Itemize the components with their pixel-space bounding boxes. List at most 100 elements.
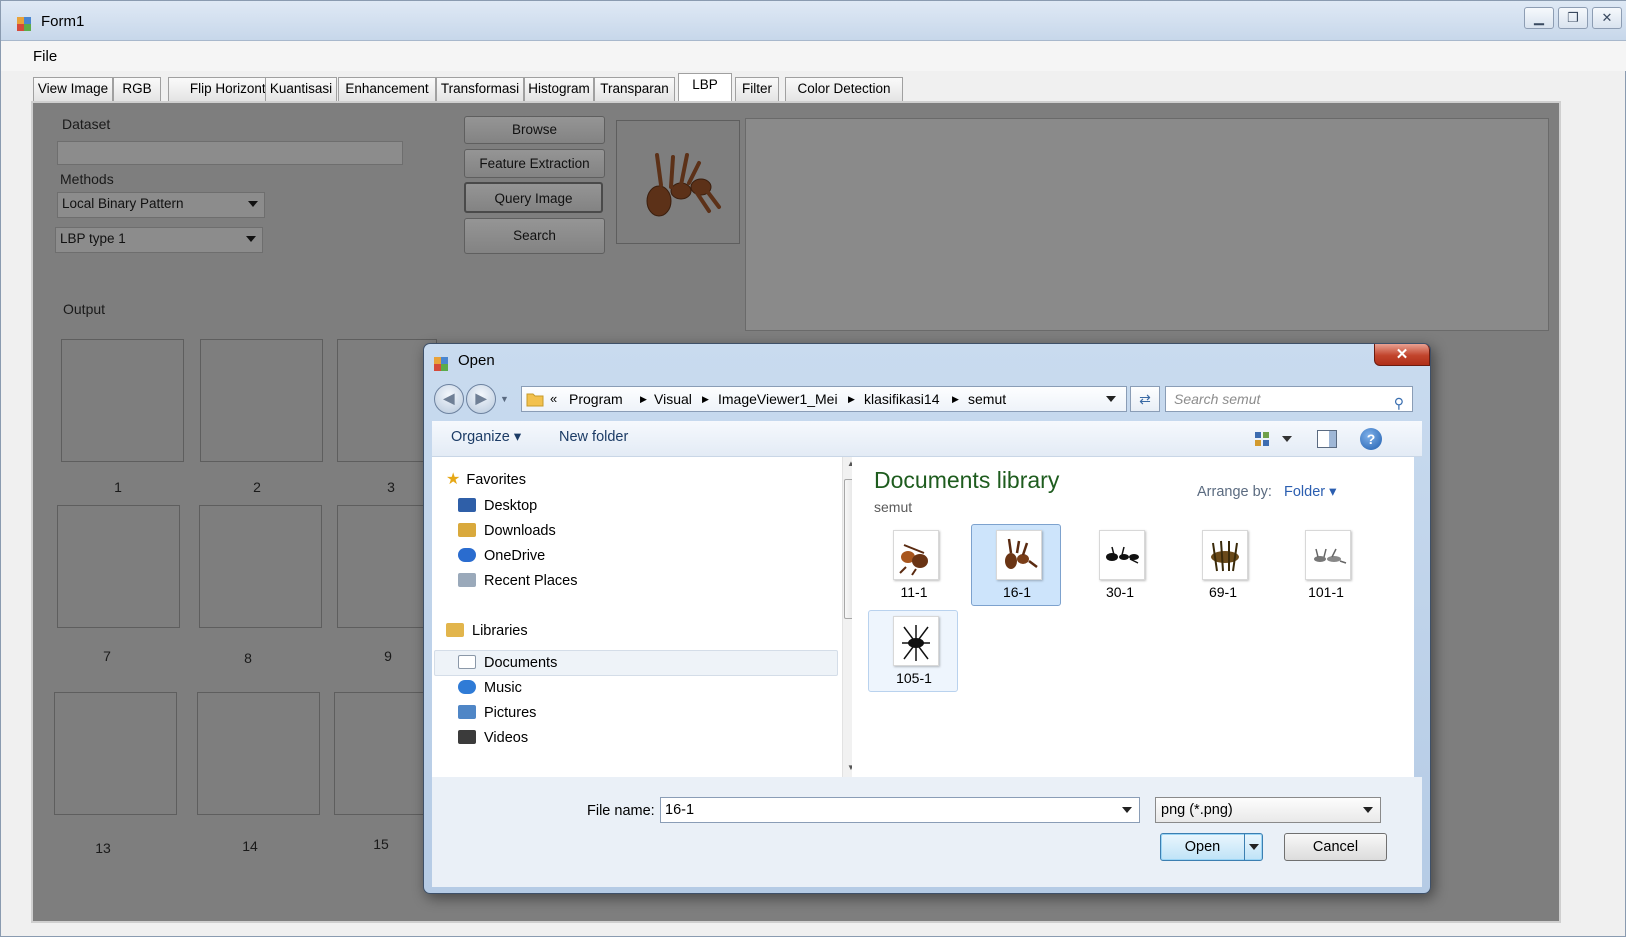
dialog-toolbar: Organize ▾ New folder ?	[432, 421, 1422, 457]
method-dropdown[interactable]: Local Binary Pattern	[57, 192, 265, 218]
file-item-16-1[interactable]: 16-1	[971, 524, 1061, 606]
help-icon[interactable]: ?	[1360, 428, 1382, 450]
videos-icon	[458, 730, 476, 744]
file-type-select[interactable]: png (*.png)	[1155, 797, 1381, 823]
nav-music-label: Music	[484, 680, 522, 696]
documents-icon	[458, 655, 476, 669]
nav-pictures[interactable]: Pictures	[458, 701, 536, 725]
tab-lbp[interactable]: LBP	[678, 73, 732, 102]
dialog-bottom-panel: File name: 16-1 png (*.png) Open Cancel	[432, 777, 1422, 887]
breadcrumb-separator-icon[interactable]: ▶	[848, 387, 855, 411]
output-box-13	[54, 692, 177, 815]
arrange-by-dropdown[interactable]: Folder ▾	[1284, 484, 1336, 500]
breadcrumb-semut[interactable]: semut	[968, 387, 1006, 411]
search-input[interactable]: Search semut ⚲	[1165, 386, 1413, 412]
file-item-101-1[interactable]: 101-1	[1280, 524, 1370, 606]
nav-documents-label: Documents	[484, 655, 558, 671]
breadcrumb-program[interactable]: Program	[569, 387, 623, 411]
breadcrumb-imageviewer[interactable]: ImageViewer1_Mei	[718, 387, 838, 411]
dataset-input[interactable]	[57, 141, 403, 165]
chevron-down-icon[interactable]	[1282, 436, 1292, 442]
tab-enhancement[interactable]: Enhancement	[338, 77, 436, 101]
pictures-icon	[458, 705, 476, 719]
nav-libraries[interactable]: Libraries	[446, 619, 528, 643]
breadcrumb-separator-icon[interactable]: ▶	[702, 387, 709, 411]
close-icon[interactable]: ✕	[1374, 344, 1430, 366]
chevron-down-icon	[1363, 807, 1373, 813]
nav-libraries-label: Libraries	[472, 623, 528, 639]
nav-onedrive[interactable]: OneDrive	[458, 544, 545, 568]
onedrive-icon	[458, 548, 476, 562]
chevron-down-icon[interactable]	[1106, 396, 1116, 402]
tab-histogram[interactable]: Histogram	[524, 77, 594, 101]
file-item-69-1[interactable]: 69-1	[1177, 524, 1267, 606]
nav-favorites[interactable]: ★ Favorites	[446, 468, 526, 492]
nav-recent-places-label: Recent Places	[484, 573, 578, 589]
file-name-label: 30-1	[1105, 584, 1135, 600]
open-split-dropdown[interactable]	[1244, 834, 1262, 860]
nav-videos[interactable]: Videos	[458, 726, 528, 750]
nav-downloads-label: Downloads	[484, 523, 556, 539]
downloads-icon	[458, 523, 476, 537]
organize-button[interactable]: Organize ▾	[451, 429, 521, 445]
nav-desktop[interactable]: Desktop	[458, 494, 537, 518]
breadcrumb-prefix[interactable]: «	[550, 387, 557, 411]
open-button[interactable]: Open	[1160, 833, 1263, 861]
breadcrumb-separator-icon[interactable]: ▶	[640, 387, 647, 411]
dialog-title: Open	[458, 352, 495, 369]
file-type-selected: png (*.png)	[1161, 802, 1233, 818]
refresh-icon[interactable]: ⇄	[1130, 386, 1160, 412]
breadcrumb-separator-icon[interactable]: ▶	[952, 387, 959, 411]
close-icon[interactable]: ✕	[1592, 7, 1622, 29]
back-icon[interactable]: ◀	[434, 384, 464, 414]
search-icon[interactable]: ⚲	[1394, 391, 1404, 415]
title-bar: Form1 ▁ ❐ ✕	[1, 1, 1626, 41]
tab-transparan[interactable]: Transparan	[594, 77, 675, 101]
output-number-13: 13	[95, 840, 111, 856]
feature-extraction-button[interactable]: Feature Extraction	[464, 149, 605, 178]
cancel-button[interactable]: Cancel	[1284, 833, 1387, 861]
new-folder-button[interactable]: New folder	[559, 429, 628, 445]
breadcrumb-klasifikasi14[interactable]: klasifikasi14	[864, 387, 939, 411]
file-item-30-1[interactable]: 30-1	[1074, 524, 1164, 606]
nav-downloads[interactable]: Downloads	[458, 519, 556, 543]
nav-music[interactable]: Music	[458, 676, 522, 700]
file-name-label: 11-1	[900, 584, 928, 600]
tab-color-detection[interactable]: Color Detection	[785, 77, 903, 101]
navigation-pane: ★ Favorites Desktop Downloads OneDrive Re…	[432, 457, 859, 777]
recent-pages-icon[interactable]: ▼	[500, 394, 509, 404]
tab-rgb[interactable]: RGB	[113, 77, 161, 101]
output-box-9	[337, 505, 437, 628]
query-image-button[interactable]: Query Image	[464, 182, 603, 213]
file-item-105-1[interactable]: 105-1	[868, 610, 958, 692]
nav-recent-places[interactable]: Recent Places	[458, 569, 578, 593]
preview-pane-icon[interactable]	[1317, 430, 1337, 448]
nav-videos-label: Videos	[484, 730, 529, 746]
tab-filter[interactable]: Filter	[735, 77, 779, 101]
nav-pictures-label: Pictures	[484, 705, 537, 721]
output-number-7: 7	[103, 648, 111, 664]
restore-icon[interactable]: ❐	[1558, 7, 1588, 29]
file-thumbnail	[996, 530, 1042, 580]
tab-transformasi[interactable]: Transformasi	[436, 77, 524, 101]
breadcrumb-visual[interactable]: Visual	[654, 387, 692, 411]
tab-kuantisasi[interactable]: Kuantisasi	[265, 77, 337, 101]
file-name-input[interactable]: 16-1	[660, 797, 1140, 823]
nav-documents[interactable]: Documents	[458, 651, 557, 675]
ant-image	[646, 153, 721, 217]
minimize-icon[interactable]: ▁	[1524, 7, 1554, 29]
open-button-label: Open	[1184, 839, 1221, 855]
chevron-down-icon[interactable]	[1122, 807, 1132, 813]
browse-button[interactable]: Browse	[464, 116, 605, 144]
menu-file[interactable]: File	[33, 48, 57, 65]
views-icon[interactable]	[1254, 430, 1272, 448]
lbp-type-dropdown[interactable]: LBP type 1	[55, 227, 263, 253]
output-box-7	[57, 505, 180, 628]
file-item-11-1[interactable]: 11-1	[868, 524, 958, 606]
file-thumbnail	[1305, 530, 1351, 580]
tab-view-image[interactable]: View Image	[33, 77, 113, 101]
search-button[interactable]: Search	[464, 218, 605, 254]
forward-icon[interactable]: ▶	[466, 384, 496, 414]
output-box-8	[199, 505, 322, 628]
address-bar[interactable]: « Program ▶ Visual ▶ ImageViewer1_Mei ▶ …	[521, 386, 1127, 412]
